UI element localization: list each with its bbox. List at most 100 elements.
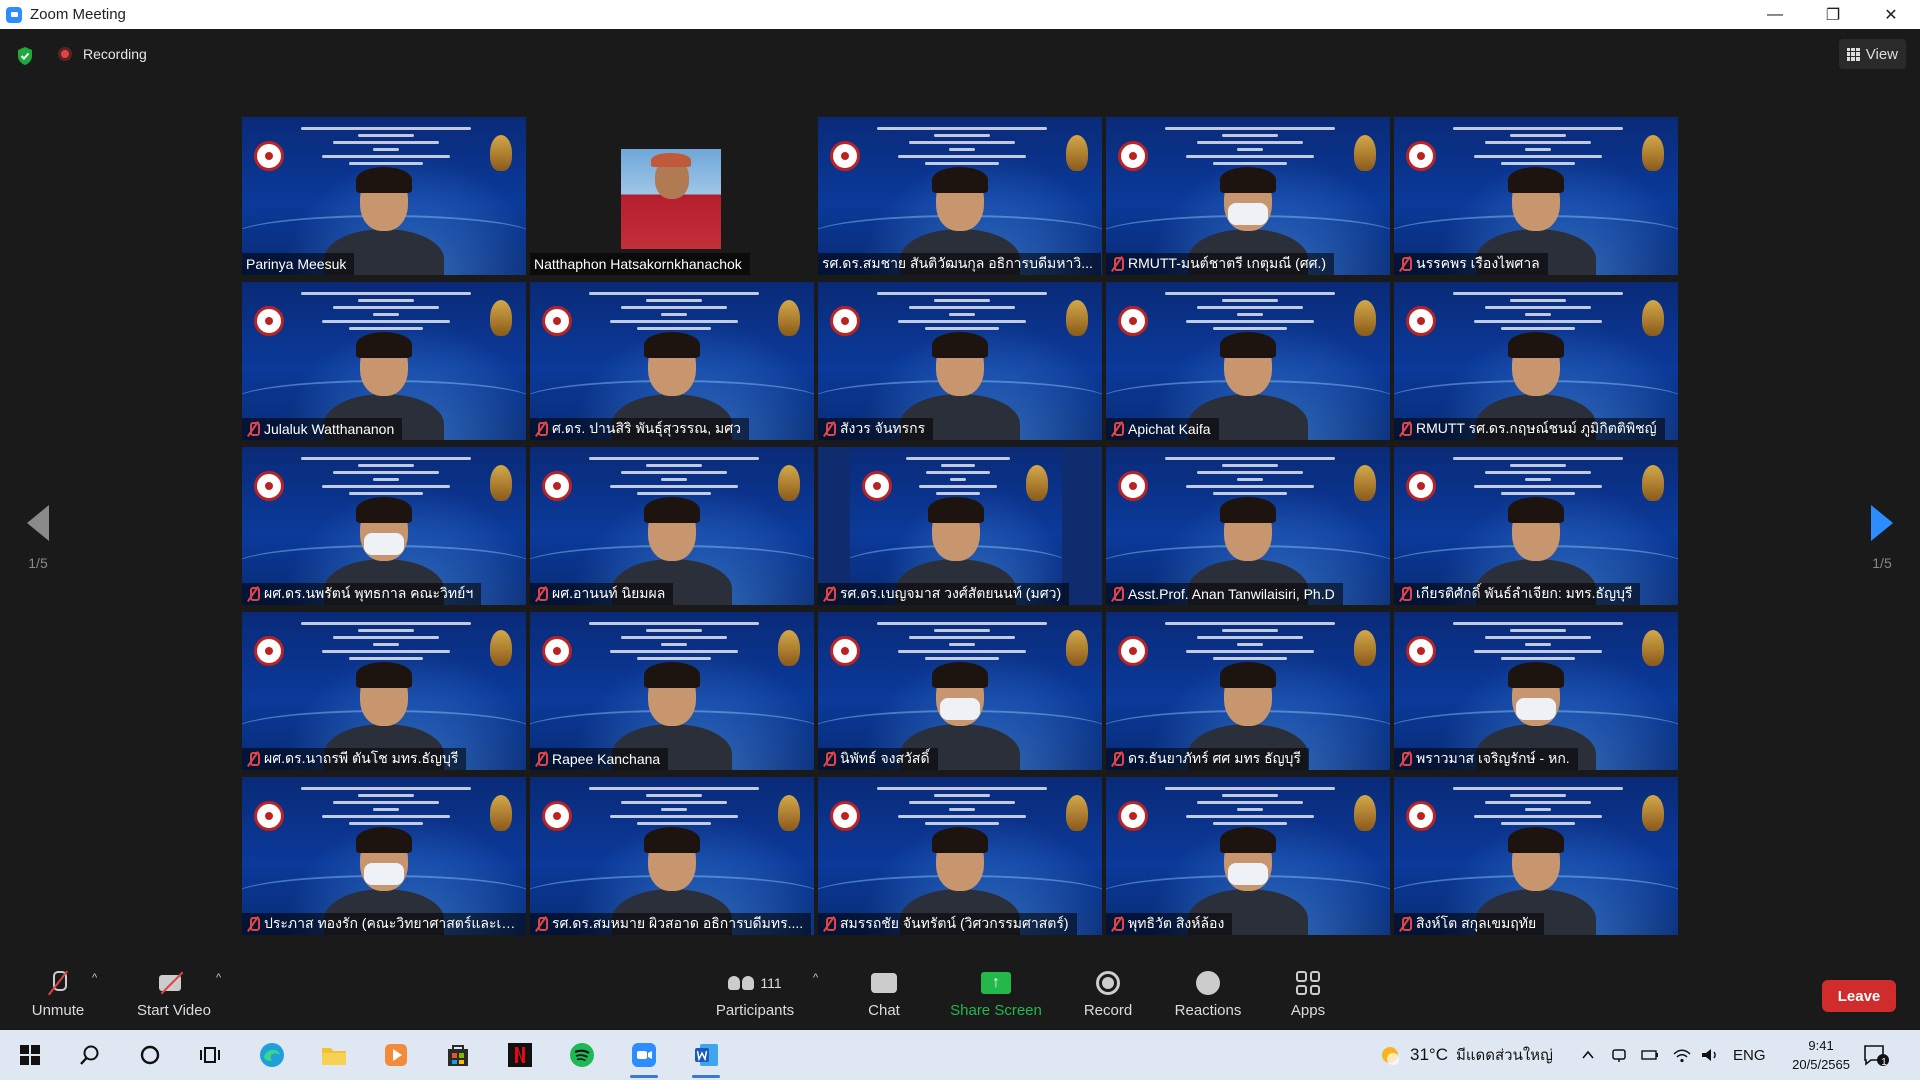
input-language[interactable]: ENG xyxy=(1733,1030,1766,1080)
participant-tile[interactable]: Rapee Kanchana xyxy=(530,612,814,770)
reactions-button[interactable]: Reactions xyxy=(1170,968,1246,1019)
volume-tray[interactable] xyxy=(1700,1030,1720,1080)
leave-button[interactable]: Leave xyxy=(1822,980,1896,1012)
spotify-icon xyxy=(570,1043,594,1067)
participant-tile[interactable]: ศ.ดร. ปานสิริ พันธุ์สุวรรณ, มศว xyxy=(530,282,814,440)
participant-tile[interactable]: Julaluk Watthananon xyxy=(242,282,526,440)
participant-tile[interactable]: รศ.ดร.สมหมาย ผิวสอาด อธิการบดีมทร.... xyxy=(530,777,814,935)
shield-icon[interactable] xyxy=(16,46,34,66)
microphone-muted-icon xyxy=(1398,751,1412,767)
edge-taskbar-app[interactable] xyxy=(252,1038,292,1072)
record-button[interactable]: Record xyxy=(1080,968,1136,1019)
video-options-caret[interactable]: ^ xyxy=(216,972,221,984)
participant-name-bar: เกียรติศักดิ์ พันธ์ลำเจียก: มทร.ธัญบุรี xyxy=(1394,583,1641,605)
participant-tile[interactable]: นิพัทธ์ จงสวัสดิ์ xyxy=(818,612,1102,770)
participant-name-bar: นรรคพร เรืองไพศาล xyxy=(1394,253,1548,275)
participant-tile[interactable]: พราวมาส เจริญรักษ์ - หก. xyxy=(1394,612,1678,770)
chevron-up-icon xyxy=(1582,1050,1594,1059)
meet-now-tray[interactable] xyxy=(1610,1030,1628,1080)
participant-name-bar: สิงห์โต สกุลเขมฤทัย xyxy=(1394,913,1545,935)
participants-button[interactable]: 111 Participants xyxy=(710,968,800,1019)
participants-options-caret[interactable]: ^ xyxy=(813,972,818,984)
participant-tile[interactable]: สังวร จันทรกร xyxy=(818,282,1102,440)
windows-logo-icon xyxy=(20,1045,40,1065)
participant-tile[interactable]: RMUTT-มนต์ชาตรี เกตุมณี (ศศ.) xyxy=(1106,117,1390,275)
netflix-icon xyxy=(508,1043,532,1067)
store-taskbar-app[interactable] xyxy=(438,1038,478,1072)
participant-tile[interactable]: Natthaphon Hatsakornkhanachok xyxy=(530,117,814,275)
next-page-button[interactable]: 1/5 xyxy=(1852,505,1912,571)
cortana-icon xyxy=(140,1045,160,1065)
microphone-muted-icon xyxy=(1398,256,1412,272)
cortana-button[interactable] xyxy=(130,1038,170,1072)
participant-video xyxy=(530,447,814,605)
chat-label: Chat xyxy=(868,1002,900,1019)
university-seal-icon xyxy=(1118,801,1148,831)
previous-page-button[interactable]: 1/5 xyxy=(8,505,68,571)
participant-name: Apichat Kaifa xyxy=(1128,421,1211,437)
taskbar-clock[interactable]: 9:41 20/5/2565 xyxy=(1792,1036,1850,1074)
task-view-button[interactable] xyxy=(190,1038,230,1072)
zoom-taskbar-app[interactable] xyxy=(624,1038,664,1078)
audio-options-caret[interactable]: ^ xyxy=(92,972,97,984)
participant-tile[interactable]: Parinya Meesuk xyxy=(242,117,526,275)
microphone-muted-icon xyxy=(1398,916,1412,932)
participant-tile[interactable]: สมรรถชัย จันทรัตน์ (วิศวกรรมศาสตร์) xyxy=(818,777,1102,935)
unmute-button[interactable]: Unmute xyxy=(28,968,88,1019)
microphone-muted-icon xyxy=(1110,751,1124,767)
battery-tray[interactable] xyxy=(1640,1030,1660,1080)
share-screen-button[interactable]: ↑ Share Screen xyxy=(946,968,1046,1019)
university-seal-icon xyxy=(830,636,860,666)
recording-label[interactable]: Recording xyxy=(83,46,147,62)
university-seal-icon xyxy=(542,636,572,666)
participant-video xyxy=(1106,117,1390,275)
minimize-button[interactable]: — xyxy=(1746,0,1804,29)
microphone-muted-icon xyxy=(1110,256,1124,272)
action-center-button[interactable]: 1 xyxy=(1862,1030,1890,1080)
microphone-muted-icon xyxy=(822,916,836,932)
participant-name-bar: Parinya Meesuk xyxy=(242,253,355,275)
clock-time: 9:41 xyxy=(1808,1038,1834,1053)
chat-button[interactable]: Chat xyxy=(859,968,909,1019)
network-tray[interactable] xyxy=(1672,1030,1692,1080)
start-button[interactable] xyxy=(10,1038,50,1072)
university-emblem-icon xyxy=(1642,300,1664,336)
participant-tile[interactable]: เกียรติศักดิ์ พันธ์ลำเจียก: มทร.ธัญบุรี xyxy=(1394,447,1678,605)
participant-tile[interactable]: Apichat Kaifa xyxy=(1106,282,1390,440)
view-button[interactable]: View xyxy=(1838,39,1906,69)
participant-name-bar: ผศ.อานนท์ นิยมผล xyxy=(530,583,674,605)
weather-widget[interactable]: 31°C มีแดดส่วนใหญ่ xyxy=(1378,1030,1553,1080)
spotify-taskbar-app[interactable] xyxy=(562,1038,602,1072)
participant-tile[interactable]: ผศ.ดร.นาถรพี ตันโช มทร.ธัญบุรี xyxy=(242,612,526,770)
participant-tile[interactable]: ดร.ธันยาภัทร์ ศศ มทร ธัญบุรี xyxy=(1106,612,1390,770)
participant-name-bar: ผศ.ดร.นพรัตน์ พุทธกาล คณะวิทย์ฯ xyxy=(242,583,482,605)
show-hidden-icons-button[interactable] xyxy=(1580,1030,1596,1080)
university-emblem-icon xyxy=(1354,135,1376,171)
restore-button[interactable]: ❐ xyxy=(1804,0,1862,29)
university-emblem-icon xyxy=(1642,135,1664,171)
participant-tile[interactable]: ประภาส ทองรัก (คณะวิทยาศาสตร์และเท... xyxy=(242,777,526,935)
media-player-taskbar-app[interactable] xyxy=(376,1038,416,1072)
university-emblem-icon xyxy=(1354,795,1376,831)
participant-tile[interactable]: รศ.ดร.สมชาย สันติวัฒนกุล อธิการบดีมหาวิ.… xyxy=(818,117,1102,275)
participant-tile[interactable]: พุทธิวัต สิงห์ล้อง xyxy=(1106,777,1390,935)
word-taskbar-app[interactable] xyxy=(686,1038,726,1078)
microphone-muted-icon xyxy=(50,971,67,995)
search-taskbar-button[interactable] xyxy=(70,1038,110,1072)
close-button[interactable]: ✕ xyxy=(1862,0,1920,29)
netflix-taskbar-app[interactable] xyxy=(500,1038,540,1072)
apps-button[interactable]: Apps xyxy=(1280,968,1336,1019)
participant-tile[interactable]: RMUTT รศ.ดร.กฤษณ์ชนม์ ภูมิกิตติพิชญ์ xyxy=(1394,282,1678,440)
participant-tile[interactable]: Asst.Prof. Anan Tanwilaisiri, Ph.D xyxy=(1106,447,1390,605)
participant-tile[interactable]: ผศ.ดร.นพรัตน์ พุทธกาล คณะวิทย์ฯ xyxy=(242,447,526,605)
participant-name-bar: Asst.Prof. Anan Tanwilaisiri, Ph.D xyxy=(1106,583,1343,605)
participant-tile[interactable]: นรรคพร เรืองไพศาล xyxy=(1394,117,1678,275)
file-explorer-taskbar-app[interactable] xyxy=(314,1038,354,1072)
participant-tile[interactable]: ผศ.อานนท์ นิยมผล xyxy=(530,447,814,605)
start-video-button[interactable]: Start Video xyxy=(134,968,214,1019)
university-emblem-icon xyxy=(1066,630,1088,666)
participant-tile[interactable]: รศ.ดร.เบญจมาส วงศ์สัตยนนท์ (มศว) xyxy=(818,447,1102,605)
participant-tile[interactable]: สิงห์โต สกุลเขมฤทัย xyxy=(1394,777,1678,935)
microphone-muted-icon xyxy=(1110,586,1124,602)
university-emblem-icon xyxy=(1354,630,1376,666)
